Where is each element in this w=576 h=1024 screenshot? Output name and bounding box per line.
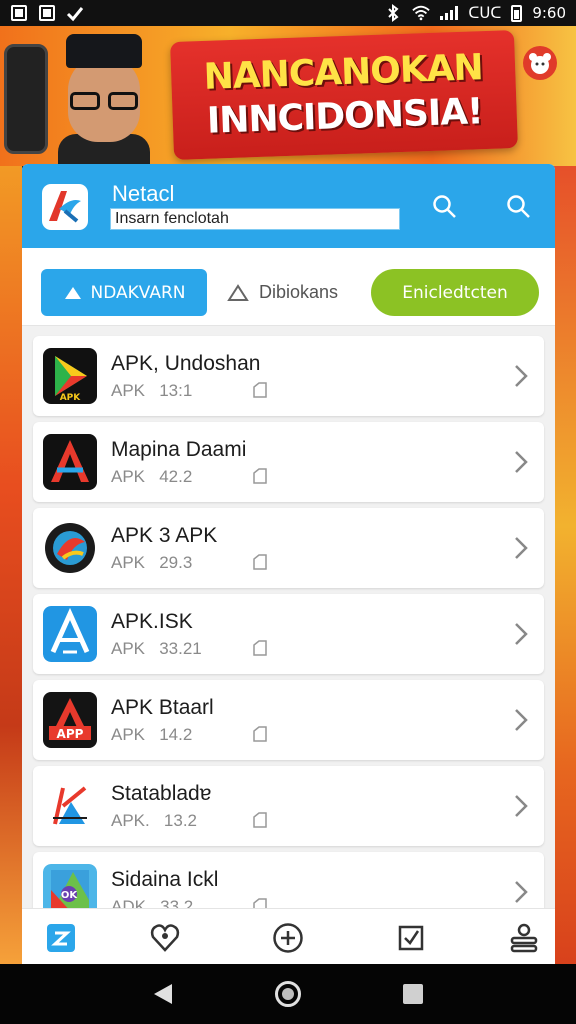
recents-icon[interactable] <box>398 979 428 1009</box>
search-icon[interactable] <box>504 192 534 222</box>
filter-chip-green-label: Enicledtcten <box>402 282 508 303</box>
filter-chip-primary-label: NDAKVARN <box>90 282 186 303</box>
cloud-icon <box>64 286 81 299</box>
svg-text:APK: APK <box>60 393 82 403</box>
app-title: APK 3 APK <box>111 524 218 547</box>
svg-text:APP: APP <box>57 727 84 741</box>
file-icon <box>253 382 267 398</box>
tasks-icon[interactable] <box>394 921 428 955</box>
chevron-right-icon <box>515 881 528 903</box>
storage-icon[interactable] <box>507 921 541 955</box>
bottom-tab-bar <box>22 908 555 964</box>
banner-headline: NANCANOKAN INNCIDONSIA! <box>170 30 518 160</box>
svg-text:OK: OK <box>61 890 79 901</box>
cloud-outline-icon <box>227 283 249 301</box>
app-title: APK.ISK <box>111 610 193 633</box>
clock: 9:60 <box>532 4 566 22</box>
app-meta: APK 33.21 <box>111 639 202 658</box>
apk-k-icon <box>43 778 97 834</box>
app-meta: APK. 13.2 <box>111 811 198 830</box>
app-meta: APK 14.2 <box>111 725 193 744</box>
apk-round-icon <box>43 520 97 576</box>
background-art-right <box>554 166 576 966</box>
background-art-left <box>0 166 22 966</box>
signal-icon <box>440 6 459 20</box>
filter-row: NDAKVARN Dibiokans Enicledtcten <box>22 248 555 326</box>
app-panel: Netacl Insarn fenclotah NDAKVARN Dibioka… <box>22 164 555 964</box>
apk-a-blue-icon <box>43 606 97 662</box>
promo-banner[interactable]: NANCANOKAN INNCIDONSIA! <box>0 26 576 166</box>
app-list: APK APK, Undoshan APK 13:1 Mapina Daami … <box>22 326 555 932</box>
network-label: ᑕᑌᑕ <box>468 4 502 22</box>
banner-line-2: INNCIDONSIA! <box>206 91 484 142</box>
file-icon <box>253 640 267 656</box>
presenter-photo <box>58 34 150 166</box>
app-logo-icon[interactable] <box>42 184 88 230</box>
file-icon <box>253 726 267 742</box>
filter-chip-secondary[interactable]: Dibiokans <box>227 269 357 316</box>
home-button-icon[interactable] <box>273 979 303 1009</box>
phone-illustration <box>4 44 48 154</box>
list-item[interactable]: APP APK Btaarl APK 14.2 <box>33 680 544 760</box>
search-icon[interactable] <box>430 192 460 222</box>
chevron-right-icon <box>515 365 528 387</box>
apk-a-red-dark-icon: APP <box>43 692 97 748</box>
chevron-right-icon <box>515 795 528 817</box>
app-title: Sidaina Ickl <box>111 868 219 891</box>
filter-chip-green[interactable]: Enicledtcten <box>371 269 539 316</box>
home-icon[interactable] <box>44 921 78 955</box>
status-bar: ᑕᑌᑕ 9:60 <box>0 0 576 26</box>
chevron-right-icon <box>515 451 528 473</box>
wifi-icon <box>412 4 431 22</box>
app-header: Netacl Insarn fenclotah <box>22 164 555 248</box>
back-icon[interactable] <box>148 979 178 1009</box>
check-icon <box>66 4 84 22</box>
notification-n-icon <box>10 4 28 22</box>
chevron-right-icon <box>515 623 528 645</box>
list-item[interactable]: APK APK, Undoshan APK 13:1 <box>33 336 544 416</box>
add-icon[interactable] <box>271 921 305 955</box>
chevron-right-icon <box>515 537 528 559</box>
bluetooth-icon <box>384 4 402 22</box>
app-meta: APK 29.3 <box>111 553 193 572</box>
list-item[interactable]: Mapina Daami APK 42.2 <box>33 422 544 502</box>
system-nav-bar <box>0 964 576 1024</box>
app-title: Netacl <box>112 181 175 206</box>
search-input[interactable]: Insarn fenclotah <box>110 208 400 230</box>
filter-chip-secondary-label: Dibiokans <box>259 282 339 302</box>
app-title: APK Btaarl <box>111 696 214 719</box>
apk-play-icon: APK <box>43 348 97 404</box>
list-item[interactable]: APK.ISK APK 33.21 <box>33 594 544 674</box>
chevron-right-icon <box>515 709 528 731</box>
battery-icon <box>511 4 523 22</box>
file-icon <box>253 812 267 828</box>
list-item[interactable]: Statabladɐ APK. 13.2 <box>33 766 544 846</box>
filter-chip-primary[interactable]: NDAKVARN <box>41 269 207 316</box>
app-meta: APK 13:1 <box>111 381 193 400</box>
favorites-icon[interactable] <box>148 921 182 955</box>
mascot-icon[interactable] <box>523 46 557 80</box>
app-meta: APK 42.2 <box>111 467 193 486</box>
app-title: Mapina Daami <box>111 438 247 461</box>
app-title: Statabladɐ <box>111 782 212 805</box>
notification-image-icon <box>38 4 56 22</box>
list-item[interactable]: APK 3 APK APK 29.3 <box>33 508 544 588</box>
app-title: APK, Undoshan <box>111 352 261 375</box>
file-icon <box>253 554 267 570</box>
file-icon <box>253 468 267 484</box>
apk-a-red-icon <box>43 434 97 490</box>
